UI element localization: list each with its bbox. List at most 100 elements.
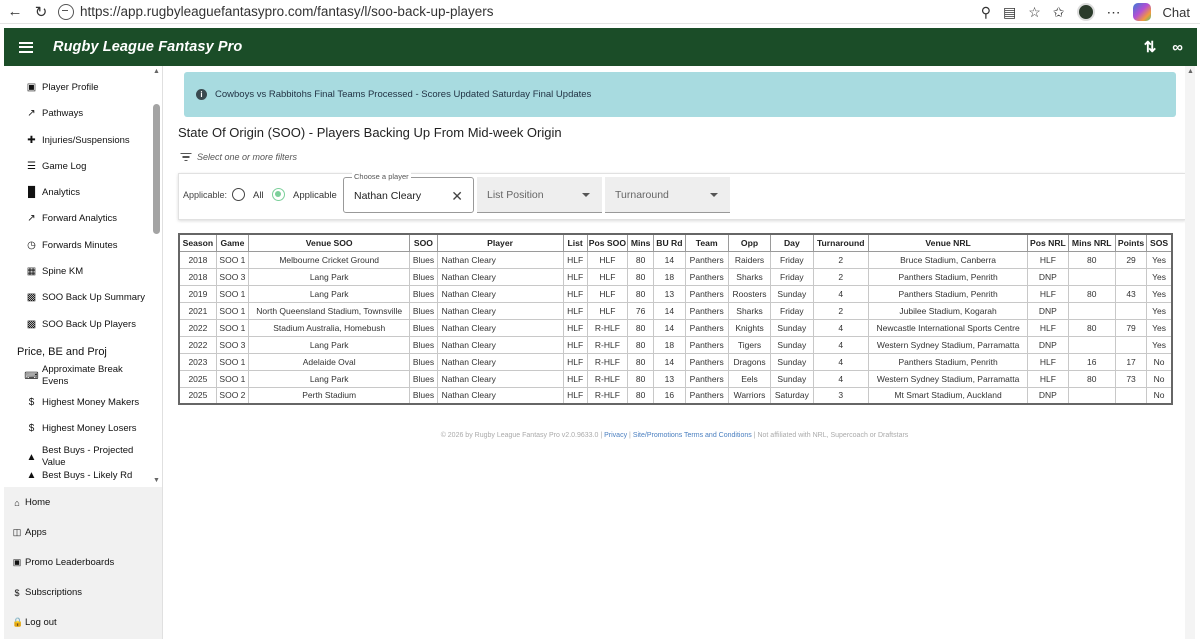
profile-avatar[interactable] — [1076, 3, 1095, 21]
sidebar-item-forward-analytics[interactable]: ↗ Forward Analytics — [26, 213, 117, 224]
reader-icon[interactable]: ▤ — [1003, 4, 1016, 21]
table-cell-day: Friday — [770, 301, 814, 320]
scroll-down-arrow-icon[interactable]: ▼ — [153, 477, 160, 484]
column-header-list[interactable]: List — [562, 233, 588, 252]
sidebar-item-analytics[interactable]: █ Analytics — [26, 187, 80, 198]
nav-home[interactable]: ⌂ Home — [12, 497, 50, 508]
column-header-team[interactable]: Team — [684, 233, 729, 252]
link-icon[interactable]: ∞ — [1172, 39, 1183, 56]
sync-icon[interactable]: ⇅ — [1144, 38, 1157, 56]
scroll-up-arrow-icon[interactable]: ▲ — [1187, 68, 1194, 75]
gift-icon: ▣ — [12, 557, 22, 567]
table-cell-season: 2025 — [178, 369, 217, 388]
sidebar-scrollbar[interactable]: ▲ ▼ — [152, 68, 161, 484]
sidebar-item-highest-money-losers[interactable]: $ Highest Money Losers — [26, 423, 137, 434]
sidebar-scroll-area[interactable]: ▣ Player Profile ↗ Pathways ✚ Injuries/S… — [4, 66, 162, 484]
list-position-select[interactable]: List Position — [477, 177, 602, 213]
table-cell-bu-rd: 18 — [653, 267, 686, 286]
address-bar[interactable]: https://app.rugbyleaguefantasypro.com/fa… — [58, 1, 1008, 22]
sidebar-item-soo-back-up-players[interactable]: ▩ SOO Back Up Players — [26, 319, 136, 330]
sidebar-item-injuries[interactable]: ✚ Injuries/Suspensions — [26, 135, 129, 146]
table-cell-day: Friday — [770, 267, 814, 286]
radio-applicable[interactable] — [272, 188, 285, 201]
column-header-turnaround[interactable]: Turnaround — [812, 233, 869, 252]
column-header-season[interactable]: Season — [178, 233, 217, 252]
column-header-pos-soo[interactable]: Pos SOO — [586, 233, 629, 252]
home-icon: ⌂ — [14, 497, 20, 508]
column-header-bu-rd[interactable]: BU Rd — [653, 233, 686, 252]
player-select-label: Choose a player — [352, 172, 411, 181]
column-header-day[interactable]: Day — [770, 233, 814, 252]
radio-applicable-label[interactable]: Applicable — [293, 190, 337, 201]
sidebar-item-spine-km[interactable]: ▦ Spine KM — [26, 266, 83, 277]
column-header-game[interactable]: Game — [215, 233, 250, 252]
table-row[interactable]: 2022 SOO 3 Lang Park Blues Nathan Cleary HLF R… — [178, 335, 1173, 354]
terms-link[interactable]: Site/Promotions Terms and Conditions — [633, 432, 752, 439]
favorites-list-icon[interactable]: ✩ — [1053, 4, 1065, 21]
sidebar-item-pathways[interactable]: ↗ Pathways — [26, 108, 83, 119]
table-cell-bu-rd: 16 — [653, 386, 686, 405]
column-header-venue-soo[interactable]: Venue SOO — [248, 233, 411, 252]
table-row[interactable]: 2018 SOO 1 Melbourne Cricket Ground Blues Na… — [178, 250, 1173, 269]
table-cell-venue-soo: Stadium Australia, Homebush — [248, 318, 411, 337]
sidebar-item-best-buys-projected[interactable]: ▲ Best Buys - Projected Value — [26, 445, 142, 469]
column-header-pos-nrl[interactable]: Pos NRL — [1027, 233, 1069, 252]
table-cell-pos-nrl: DNP — [1027, 386, 1069, 405]
table-cell-sos: Yes — [1146, 267, 1173, 286]
table-row[interactable]: 2019 SOO 1 Lang Park Blues Nathan Cleary HLF H… — [178, 284, 1173, 303]
sidebar-item-best-buys-likely-rd[interactable]: ▲ Best Buys - Likely Rd — [26, 470, 133, 481]
column-header-sos[interactable]: SOS — [1146, 233, 1173, 252]
clear-icon[interactable]: ✕ — [451, 188, 463, 205]
table-cell-sos: Yes — [1146, 318, 1173, 337]
sidebar-item-approximate-break-evens[interactable]: ⌨ Approximate Break Evens — [24, 364, 142, 388]
table-cell-pos-nrl: DNP — [1027, 301, 1069, 320]
table-row[interactable]: 2018 SOO 3 Lang Park Blues Nathan Cleary HLF H… — [178, 267, 1173, 286]
column-header-opp[interactable]: Opp — [727, 233, 772, 252]
column-header-soo[interactable]: SOO — [409, 233, 438, 252]
nav-apps[interactable]: ◫ Apps — [12, 527, 47, 538]
table-row[interactable]: 2023 SOO 1 Adelaide Oval Blues Nathan Cleary… — [178, 352, 1173, 371]
sidebar-item-player-profile[interactable]: ▣ Player Profile — [26, 82, 99, 93]
player-select[interactable]: Choose a player Nathan Cleary ✕ — [343, 172, 474, 213]
sidebar-item-forwards-minutes[interactable]: ◷ Forwards Minutes — [26, 240, 117, 251]
favorite-star-icon[interactable]: ☆ — [1028, 4, 1041, 21]
radio-all[interactable] — [232, 188, 245, 201]
filters-toggle[interactable]: Select one or more filters — [180, 152, 297, 162]
nav-promo-leaderboards[interactable]: ▣ Promo Leaderboards — [12, 557, 115, 568]
turnaround-select[interactable]: Turnaround — [605, 177, 730, 213]
copilot-icon[interactable] — [1132, 3, 1151, 21]
table-cell-turnaround: 2 — [812, 267, 869, 286]
sidebar-item-soo-back-up-summary[interactable]: ▩ SOO Back Up Summary — [26, 292, 145, 303]
column-header-player[interactable]: Player — [436, 233, 564, 252]
column-header-points[interactable]: Points — [1114, 233, 1148, 252]
menu-icon[interactable] — [19, 41, 33, 53]
more-menu-icon[interactable]: ⋯ — [1107, 4, 1121, 21]
column-header-mins-nrl[interactable]: Mins NRL — [1067, 233, 1116, 252]
radio-all-label[interactable]: All — [253, 190, 264, 201]
table-row[interactable]: 2022 SOO 1 Stadium Australia, Homebush Blue… — [178, 318, 1173, 337]
table-row[interactable]: 2021 SOO 1 North Queensland Stadium, Towns… — [178, 301, 1173, 320]
privacy-link[interactable]: Privacy — [604, 432, 627, 439]
table-row[interactable]: 2025 SOO 1 Lang Park Blues Nathan Cleary HLF R… — [178, 369, 1173, 388]
table-cell-venue-nrl: Jubilee Stadium, Kogarah — [867, 301, 1029, 320]
nav-log-out[interactable]: 🔒 Log out — [12, 617, 57, 628]
table-row[interactable]: 2025 SOO 2 Perth Stadium Blues Nathan Cleary… — [178, 386, 1173, 405]
sidebar-scroll-thumb[interactable] — [153, 104, 160, 234]
table-cell-list: HLF — [562, 369, 588, 388]
chat-label[interactable]: Chat — [1163, 5, 1190, 20]
zoom-icon[interactable]: ⚲ — [981, 4, 991, 21]
nav-subscriptions[interactable]: $ Subscriptions — [12, 587, 82, 598]
reload-icon[interactable]: ↻ — [28, 0, 54, 24]
table-cell-season: 2022 — [178, 335, 217, 354]
column-header-mins[interactable]: Mins — [627, 233, 655, 252]
column-header-venue-nrl[interactable]: Venue NRL — [867, 233, 1029, 252]
table-cell-day: Sunday — [770, 318, 814, 337]
scroll-up-arrow-icon[interactable]: ▲ — [153, 68, 160, 75]
table-cell-sos: No — [1146, 369, 1173, 388]
table-cell-venue-soo: Lang Park — [248, 369, 411, 388]
site-info-icon[interactable] — [58, 3, 74, 20]
sidebar-item-game-log[interactable]: ☰ Game Log — [26, 161, 86, 172]
main-scrollbar[interactable]: ▲ — [1185, 66, 1195, 639]
back-arrow-icon[interactable]: ← — [2, 0, 28, 24]
sidebar-item-highest-money-makers[interactable]: $ Highest Money Makers — [26, 397, 139, 408]
